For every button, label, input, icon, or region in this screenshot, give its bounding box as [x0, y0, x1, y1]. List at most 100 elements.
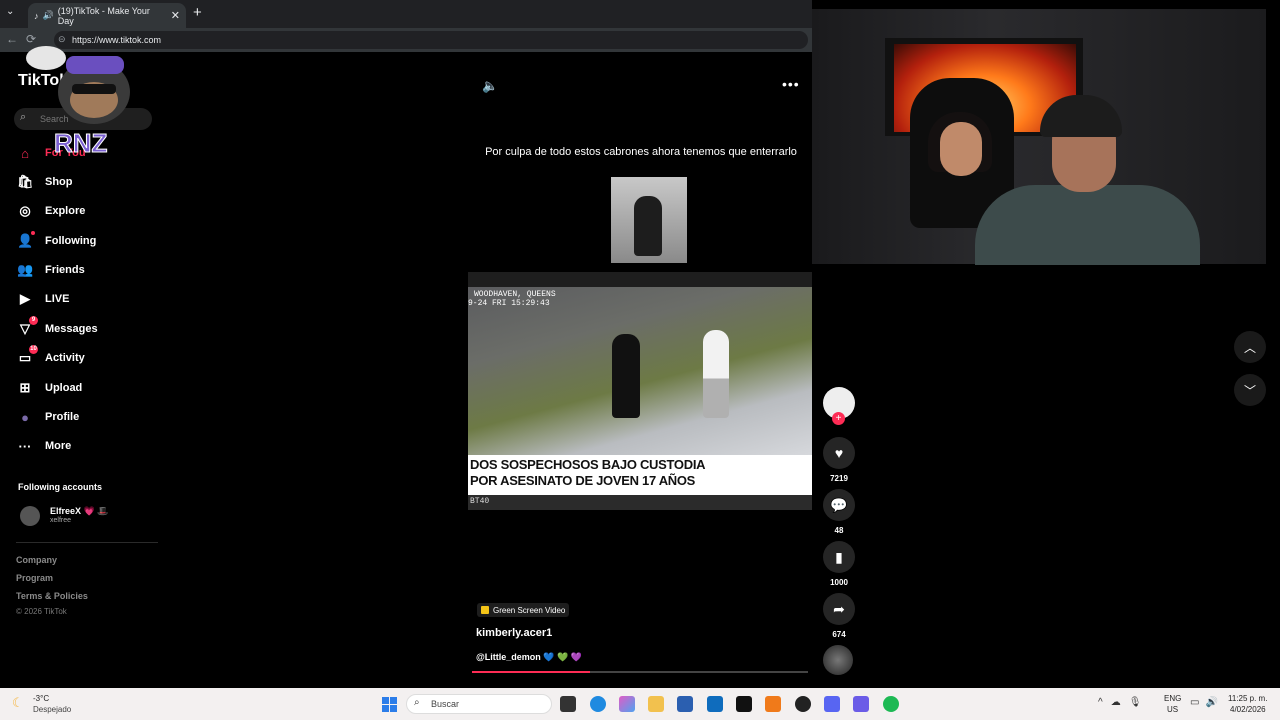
edge-browser-icon[interactable] [590, 696, 606, 712]
like-button[interactable]: ♥ [823, 437, 855, 469]
tab-close-icon[interactable]: ✕ [171, 9, 180, 22]
live-icon: ▶ [20, 291, 30, 306]
person-icon: 👤 [17, 231, 35, 248]
footer-link-program[interactable]: Program [16, 573, 53, 583]
svg-text:RNZ: RNZ [54, 128, 108, 158]
volume-icon[interactable]: 🔈 [482, 78, 498, 94]
sound-disc[interactable] [823, 645, 853, 675]
tiktok-app-icon[interactable] [736, 696, 752, 712]
sidebar-item-label: Following [45, 235, 97, 247]
chyron-code: BT40 [470, 497, 490, 506]
orange-app-icon[interactable] [765, 696, 781, 712]
upload-icon: ⊞ [19, 380, 31, 395]
notification-dot [31, 231, 35, 235]
tab-list-icon[interactable]: ⌄ [6, 6, 14, 17]
video-scene [468, 287, 812, 455]
sidebar-item-label: Friends [45, 264, 85, 276]
next-video-button[interactable]: ﹀ [1234, 374, 1266, 406]
chevron-up-icon: ︿ [1243, 340, 1256, 355]
sidebar-item-label: Messages [45, 323, 98, 335]
video-location-overlay: WOODHAVEN, QUEENS [474, 290, 556, 299]
sidebar-item-live[interactable]: ▶ LIVE [17, 288, 157, 310]
messages-badge: 9 [29, 316, 38, 325]
right-edge [1266, 28, 1280, 688]
keyboard-layout[interactable]: US [1167, 705, 1178, 714]
effect-label: Green Screen Video [493, 605, 566, 615]
inset-figure [634, 196, 662, 256]
discord-icon[interactable] [824, 696, 840, 712]
sidebar-item-label: More [45, 440, 72, 452]
system-tray-icons[interactable]: ^☁🎙 [1098, 697, 1149, 708]
like-count: 7219 [830, 474, 848, 483]
save-button[interactable]: ▮ [823, 541, 855, 573]
sidebar-item-messages[interactable]: ▽ 9 Messages [17, 316, 157, 340]
sidebar-item-label: Profile [45, 411, 80, 423]
account-name[interactable]: ElfreeX 💗 🎩 [50, 506, 108, 517]
bookmark-icon: ▮ [835, 548, 843, 565]
windows-taskbar [0, 688, 1280, 720]
speaker-icon[interactable]: 🔊 [43, 10, 54, 21]
browser-tab[interactable]: ♪ 🔊 (19)TikTok - Make Your Day ✕ [28, 3, 186, 28]
sidebar-item-profile[interactable]: ● Profile [17, 406, 157, 428]
task-view-icon[interactable] [560, 696, 576, 712]
copyright: © 2026 TikTok [16, 607, 67, 616]
sidebar-item-label: Activity [45, 352, 85, 364]
clock-time[interactable]: 11:25 p. m. [1228, 694, 1267, 703]
effect-icon [481, 606, 489, 614]
heart-icon: ♥ [834, 445, 844, 461]
windows-start-icon[interactable] [382, 697, 397, 712]
more-options-icon[interactable]: ••• [782, 76, 800, 92]
friends-icon: 👥 [17, 262, 34, 277]
share-arrow-icon: ➦ [833, 600, 845, 617]
taskbar-search-input[interactable]: Buscar [406, 694, 552, 714]
sidebar-item-activity[interactable]: ▭ 10 Activity [17, 345, 157, 369]
previous-video-button[interactable]: ︿ [1234, 331, 1266, 363]
share-count: 674 [832, 630, 846, 639]
person-dark-figure [612, 334, 640, 418]
more-icon: ··· [18, 438, 32, 454]
share-button[interactable]: ➦ [823, 593, 855, 625]
activity-badge: 10 [29, 345, 38, 354]
tab-title: (19)TikTok - Make Your Day [57, 5, 150, 26]
video-mention[interactable]: @Little_demon 💙 💚 💜 [476, 652, 582, 663]
comment-button[interactable]: 💬 [823, 489, 855, 521]
follow-plus-icon[interactable]: + [832, 412, 845, 425]
spotify-icon[interactable] [883, 696, 899, 712]
avatar[interactable] [20, 506, 40, 526]
sidebar-item-following[interactable]: 👤 Following [17, 230, 157, 252]
account-handle: xelfree [50, 517, 72, 524]
weather-temperature[interactable]: -3°C [33, 694, 49, 703]
search-icon: ⌕ [414, 697, 420, 708]
chevron-down-icon: ﹀ [1243, 383, 1256, 398]
footer-link-terms[interactable]: Terms & Policies [16, 591, 88, 601]
network-volume-icons[interactable]: ▭🔊 [1190, 697, 1224, 708]
language-indicator[interactable]: ENG [1164, 694, 1181, 703]
streamer-woman-face [940, 122, 982, 176]
profile-avatar-icon: ● [21, 409, 29, 425]
outlook-icon[interactable] [707, 696, 723, 712]
sidebar-item-explore[interactable]: ◎ Explore [17, 200, 157, 222]
sidebar-item-friends[interactable]: 👥 Friends [17, 259, 157, 281]
chyron-line-1: DOS SOSPECHOSOS BAJO CUSTODIA [470, 457, 706, 472]
sidebar-item-label: Upload [45, 382, 83, 394]
footer-link-company[interactable]: Company [16, 555, 57, 565]
sidebar-item-upload[interactable]: ⊞ Upload [17, 377, 157, 399]
url-field[interactable]: https://www.tiktok.com [54, 31, 808, 49]
file-explorer-icon[interactable] [648, 696, 664, 712]
moon-weather-icon[interactable]: ☾ [12, 695, 24, 711]
chyron-ticker [468, 495, 812, 510]
sidebar-item-label: Shop [45, 176, 73, 188]
video-author[interactable]: kimberly.acer1 [476, 627, 552, 639]
store-icon[interactable] [677, 696, 693, 712]
effect-tag[interactable]: Green Screen Video [477, 603, 570, 617]
clock-date[interactable]: 4/02/2026 [1230, 705, 1266, 714]
copilot-icon[interactable] [619, 696, 635, 712]
sidebar-item-shop[interactable]: 🛍 Shop [17, 171, 157, 193]
streamer-man-body [975, 185, 1200, 265]
video-progress-fill [472, 671, 590, 673]
weather-description[interactable]: Despejado [33, 705, 71, 714]
new-tab-button[interactable]: + [193, 4, 202, 21]
grid-app-icon[interactable] [853, 696, 869, 712]
sidebar-item-more[interactable]: ··· More [17, 435, 157, 457]
obs-icon[interactable] [795, 696, 811, 712]
